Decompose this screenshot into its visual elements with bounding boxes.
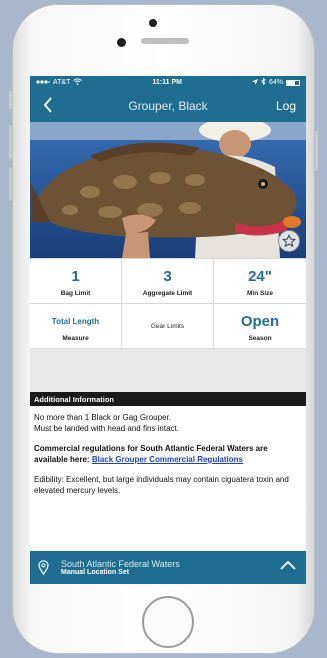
battery-icon bbox=[286, 79, 300, 86]
stat-value: Total Length bbox=[51, 316, 100, 326]
location-subtitle: Manual Location Set bbox=[61, 569, 130, 576]
stat-value: 1 bbox=[71, 267, 80, 285]
battery-percent: 64% bbox=[268, 79, 283, 86]
stat-label: Bag Limit bbox=[60, 290, 91, 297]
location-title: South Atlantic Federal Waters bbox=[61, 559, 180, 569]
commercial-regulations-link[interactable]: Black Grouper Commercial Regulations bbox=[92, 455, 243, 464]
location-pin-icon bbox=[38, 560, 49, 575]
stat-label: Aggregate Limit bbox=[142, 290, 193, 297]
stat-value: 24" bbox=[248, 267, 272, 285]
regulation-stats: 1 Bag Limit 3 Aggregate Limit 24" Min Si… bbox=[30, 258, 306, 349]
stat-measure: Total Length Measure bbox=[30, 304, 122, 349]
stat-label: Season bbox=[248, 335, 272, 342]
home-button[interactable] bbox=[142, 596, 194, 648]
location-arrow-icon bbox=[251, 78, 258, 87]
stat-value: 3 bbox=[163, 267, 172, 285]
mute-switch bbox=[9, 91, 12, 109]
stat-value: Open bbox=[240, 312, 280, 330]
volume-up-button bbox=[9, 125, 12, 159]
info-line-2: Must be landed with head and fins intact… bbox=[34, 424, 179, 433]
star-icon bbox=[282, 234, 296, 248]
spacer bbox=[30, 349, 306, 392]
fish-photo bbox=[30, 122, 306, 258]
earpiece-dot bbox=[149, 19, 157, 27]
nav-bar: Grouper, Black Log bbox=[30, 89, 306, 122]
additional-info: No more than 1 Black or Gag Grouper. Mus… bbox=[30, 406, 306, 566]
fish-illustration bbox=[30, 122, 306, 258]
front-camera bbox=[117, 38, 126, 47]
back-button[interactable] bbox=[38, 95, 58, 115]
stat-aggregate-limit: 3 Aggregate Limit bbox=[122, 259, 214, 304]
status-time: 11:11 PM bbox=[152, 79, 182, 86]
stat-gear-limits[interactable]: Gear Limits bbox=[122, 304, 214, 349]
location-bar[interactable]: South Atlantic Federal Waters Manual Loc… bbox=[30, 551, 306, 584]
stat-bag-limit: 1 Bag Limit bbox=[30, 259, 122, 304]
edibility-text: Edibility: Excellent, but large individu… bbox=[34, 475, 289, 495]
wifi-icon bbox=[73, 78, 83, 87]
log-button[interactable]: Log bbox=[276, 99, 296, 113]
volume-down-button bbox=[9, 167, 12, 201]
stat-label: Min Size bbox=[246, 290, 273, 297]
power-button bbox=[315, 131, 318, 171]
chevron-up-icon[interactable] bbox=[280, 559, 296, 571]
stat-label: Gear Limits bbox=[150, 322, 185, 330]
app-screen: AT&T 11:11 PM 64% Grouper, Black Log 1 B… bbox=[30, 76, 306, 584]
stat-min-size: 24" Min Size bbox=[214, 259, 306, 304]
signal-icon bbox=[36, 79, 50, 87]
stat-season: Open Season bbox=[214, 304, 306, 349]
chevron-left-icon bbox=[43, 97, 52, 113]
speaker-grille bbox=[141, 38, 189, 44]
carrier-name: AT&T bbox=[53, 79, 71, 86]
page-title: Grouper, Black bbox=[128, 98, 208, 113]
info-line-1: No more than 1 Black or Gag Grouper. bbox=[34, 413, 171, 422]
status-bar: AT&T 11:11 PM 64% bbox=[30, 76, 306, 89]
stat-label: Measure bbox=[62, 335, 89, 342]
section-header: Additional Information bbox=[30, 392, 306, 406]
favorite-button[interactable] bbox=[278, 230, 300, 252]
bluetooth-icon bbox=[261, 77, 266, 87]
